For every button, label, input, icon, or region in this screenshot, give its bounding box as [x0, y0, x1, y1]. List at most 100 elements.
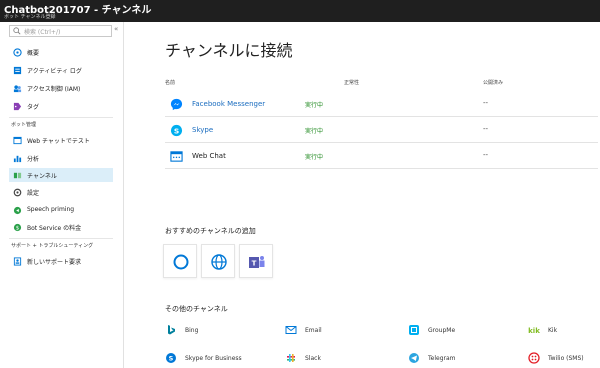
search-icon	[13, 27, 21, 35]
sidebar-item-new-support-request[interactable]: 新しいサポート要求	[9, 254, 113, 268]
speech-priming-icon	[13, 206, 22, 215]
sidebar-item-label: Web チャットでテスト	[27, 138, 90, 145]
svg-text:S: S	[169, 355, 174, 363]
teams-icon: T	[249, 256, 265, 268]
globe-icon	[211, 254, 227, 270]
cortana-icon	[173, 254, 189, 270]
channel-bing[interactable]: Bing	[165, 324, 275, 340]
facebook-messenger-icon	[170, 98, 183, 111]
svg-text:S: S	[174, 126, 179, 135]
section-header-bot-management: ボット管理	[11, 122, 37, 128]
channel-slack[interactable]: Slack	[285, 352, 395, 368]
svg-text:$: $	[16, 226, 19, 232]
search-placeholder: 検索 (Ctrl+/)	[24, 29, 61, 36]
add-direct-line-button[interactable]	[201, 244, 235, 278]
overview-icon	[13, 48, 22, 57]
channel-status: 実行中	[305, 102, 324, 109]
column-header-health: 正常性	[344, 80, 360, 86]
email-icon	[285, 326, 297, 334]
channel-label: Telegram	[428, 355, 456, 362]
svg-text:kik: kik	[528, 327, 540, 335]
main-content: チャンネルに接続 名前 正常性 公開済み Facebook Messenger …	[125, 22, 600, 368]
channel-label: Twilio (SMS)	[548, 355, 584, 362]
channel-name-link[interactable]: Facebook Messenger	[192, 100, 265, 108]
groupme-icon	[409, 325, 419, 335]
skype-for-business-icon: S	[166, 353, 176, 363]
table-row[interactable]: Facebook Messenger 実行中 --	[165, 92, 598, 117]
sidebar-item-activity-log[interactable]: アクティビティ ログ	[9, 63, 113, 77]
channel-label: Bing	[185, 327, 199, 334]
page-subtitle: ボット チャンネル登録	[4, 14, 56, 20]
sidebar-item-label: アクティビティ ログ	[27, 68, 82, 75]
column-header-published: 公開済み	[483, 80, 504, 86]
sidebar-item-tags[interactable]: タグ	[9, 99, 113, 113]
web-chat-test-icon	[13, 136, 22, 145]
sidebar-item-label: 分析	[27, 156, 40, 163]
support-request-icon	[13, 257, 22, 266]
channel-skype-for-business[interactable]: S Skype for Business	[165, 352, 280, 368]
twilio-icon	[528, 352, 540, 364]
channel-published: --	[483, 99, 489, 107]
skype-icon: S	[170, 124, 183, 137]
search-input[interactable]: 検索 (Ctrl+/)	[9, 25, 112, 37]
add-teams-button[interactable]: T	[239, 244, 273, 278]
sidebar-item-label: 新しいサポート要求	[27, 259, 82, 266]
channel-published: --	[483, 151, 489, 159]
bing-icon	[168, 325, 175, 335]
channel-telegram[interactable]: Telegram	[408, 352, 518, 368]
channel-status: 実行中	[305, 154, 324, 161]
channel-label: Kik	[548, 327, 558, 334]
section-header-support: サポート + トラブルシューティング	[11, 243, 94, 249]
main-title: チャンネルに接続	[165, 41, 293, 60]
sidebar-item-label: 概要	[27, 50, 40, 57]
sidebar-item-analytics[interactable]: 分析	[9, 151, 113, 165]
channel-name[interactable]: Web Chat	[192, 152, 226, 160]
channel-label: Email	[305, 327, 322, 334]
channels-icon	[13, 172, 22, 179]
sidebar-item-overview[interactable]: 概要	[9, 45, 113, 59]
kik-icon: kik	[528, 327, 540, 335]
other-channels-title: その他のチャンネル	[165, 305, 228, 313]
channel-twilio[interactable]: Twilio (SMS)	[528, 352, 598, 368]
sidebar-item-label: 設定	[27, 190, 40, 197]
column-header-name: 名前	[165, 80, 176, 86]
slack-icon	[287, 354, 295, 362]
channel-label: Slack	[305, 355, 321, 362]
channel-email[interactable]: Email	[285, 324, 395, 340]
sidebar-item-label: Bot Service の料金	[27, 225, 82, 232]
sidebar-item-web-chat-test[interactable]: Web チャットでテスト	[9, 133, 113, 147]
sidebar-item-label: Speech priming	[27, 206, 75, 213]
sidebar-item-pricing[interactable]: $ Bot Service の料金	[9, 220, 113, 234]
table-row[interactable]: S Skype 実行中 --	[165, 118, 598, 143]
sidebar-item-label: チャンネル	[27, 173, 57, 180]
title-bar: Chatbot201707 - チャンネル ボット チャンネル登録	[0, 0, 600, 22]
pricing-icon: $	[13, 223, 22, 232]
channel-label: Skype for Business	[185, 355, 242, 362]
web-chat-icon	[170, 151, 183, 162]
settings-icon	[13, 188, 22, 197]
channel-groupme[interactable]: GroupMe	[408, 324, 518, 340]
telegram-icon	[409, 353, 419, 363]
collapse-icon[interactable]: «	[114, 25, 118, 33]
activity-log-icon	[13, 66, 22, 75]
recommended-channels-title: おすすめのチャンネルの追加	[165, 227, 256, 235]
analytics-icon	[13, 155, 22, 163]
table-row[interactable]: Web Chat 実行中 --	[165, 144, 598, 169]
sidebar-item-speech-priming[interactable]: Speech priming	[9, 203, 113, 217]
sidebar-item-label: アクセス制御 (IAM)	[27, 86, 81, 93]
add-cortana-button[interactable]	[163, 244, 197, 278]
svg-text:T: T	[252, 260, 257, 268]
channel-name-link[interactable]: Skype	[192, 126, 213, 134]
sidebar-item-label: タグ	[27, 104, 40, 111]
divider	[9, 117, 113, 118]
tag-icon	[13, 102, 22, 111]
channel-published: --	[483, 125, 489, 133]
divider	[9, 238, 113, 239]
sidebar-item-channels[interactable]: チャンネル	[9, 168, 113, 182]
sidebar-item-settings[interactable]: 設定	[9, 185, 113, 199]
channel-status: 実行中	[305, 128, 324, 135]
sidebar-item-iam[interactable]: アクセス制御 (IAM)	[9, 81, 113, 95]
sidebar: 検索 (Ctrl+/) « 概要 アクティビティ ログ アクセス制御 (IAM)…	[0, 22, 124, 368]
channel-kik[interactable]: kik Kik	[528, 324, 598, 340]
channel-label: GroupMe	[428, 327, 456, 334]
